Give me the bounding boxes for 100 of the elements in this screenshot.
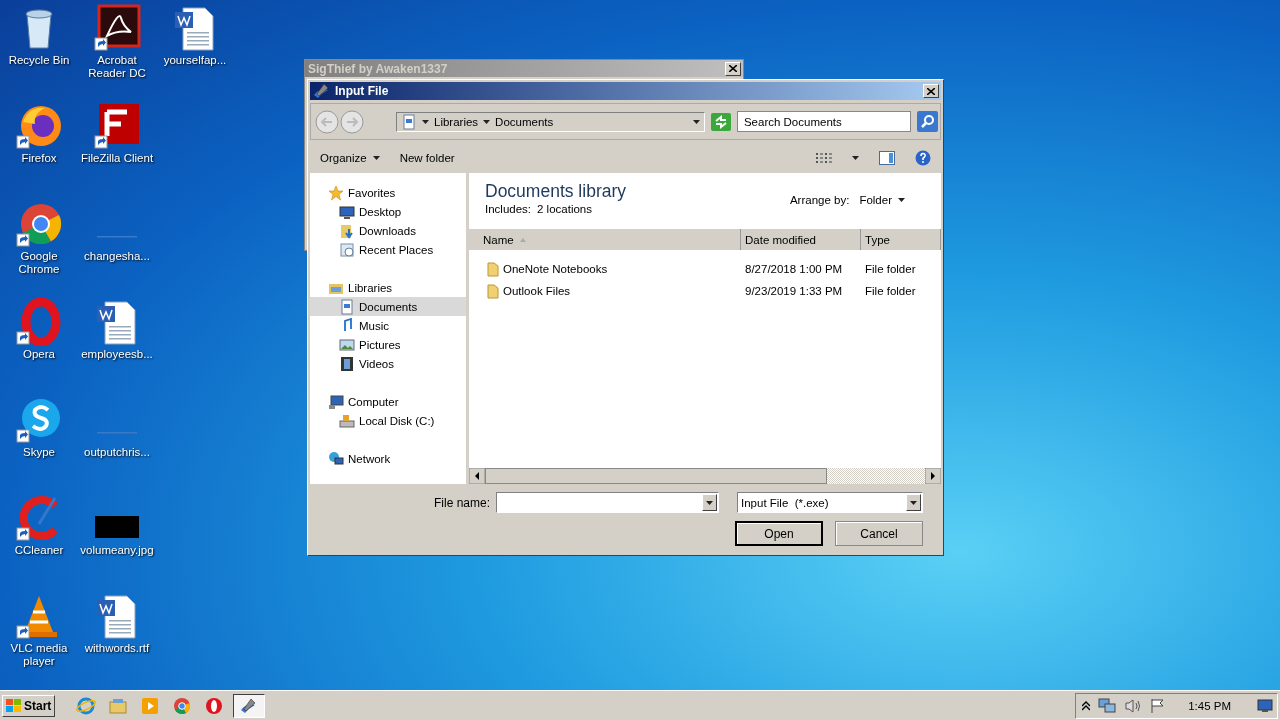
desktop-icon-label[interactable]: Firefox [0, 152, 78, 165]
desktop-icon-label[interactable]: yourselfap... [156, 54, 234, 67]
nav-item[interactable]: Recent Places [359, 243, 434, 256]
date-cell: 8/27/2018 1:00 PM [745, 263, 843, 275]
open-button[interactable]: Open [735, 521, 823, 546]
column-header[interactable]: Date modified [741, 229, 861, 250]
nav-item[interactable]: Documents [359, 300, 418, 313]
file-name[interactable]: Outlook Files [503, 285, 571, 297]
horizontal-scrollbar[interactable] [469, 468, 941, 484]
arrange-dropdown[interactable]: Folder [859, 194, 905, 206]
view-list-icon [816, 151, 832, 164]
computer-icon [328, 393, 344, 410]
desktop-icon-label[interactable]: Recycle Bin [0, 54, 78, 67]
close-icon [927, 87, 935, 95]
dropdown-caret-icon [910, 500, 917, 505]
start-button[interactable]: Start [2, 694, 56, 717]
scroll-right-icon [925, 468, 941, 484]
column-header[interactable]: Type [861, 229, 941, 250]
file-name-field[interactable] [496, 492, 719, 513]
file-name[interactable]: OneNote Notebooks [503, 263, 608, 275]
view-caret-icon [852, 155, 859, 160]
desktop-icon-label[interactable]: Opera [0, 348, 78, 361]
dropdown-caret-icon [692, 119, 700, 124]
breadcrumb-item[interactable]: Documents [495, 115, 554, 128]
file-type-dropdown[interactable]: Input File (*.exe) [737, 492, 923, 513]
disk-icon [339, 412, 355, 429]
opera-icon [204, 695, 225, 716]
library-title: Documents library [485, 181, 627, 202]
column-header[interactable]: Name [469, 229, 741, 250]
preview-pane-icon [879, 150, 895, 165]
scroll-left-icon [469, 468, 485, 484]
nav-item[interactable]: Libraries [348, 281, 393, 294]
nav-item[interactable]: Music [359, 319, 390, 332]
forward-button[interactable] [340, 109, 364, 134]
recent-icon [339, 241, 355, 258]
monitor-icon [1257, 698, 1273, 713]
nav-item[interactable]: Favorites [348, 186, 396, 199]
locations-link[interactable]: 2 locations [537, 203, 592, 215]
caret-icon [898, 198, 905, 202]
desktop-icon-label[interactable]: FileZilla Client [78, 152, 156, 165]
search-button[interactable] [917, 111, 938, 132]
type-cell: File folder [865, 285, 916, 297]
folder-icon [487, 261, 499, 277]
desktop-icon-label[interactable]: Google Chrome [0, 250, 78, 276]
nav-item[interactable]: Computer [348, 395, 399, 408]
windows-logo-icon [6, 698, 22, 713]
network-icon [328, 450, 344, 467]
arrange-label: Arrange by: [789, 194, 850, 206]
desktop-icon-label[interactable]: outputchris... [78, 446, 156, 459]
play-icon [140, 695, 161, 716]
desktop-icon-label[interactable]: Acrobat Reader DC [78, 54, 156, 80]
breadcrumb-item[interactable]: Libraries [434, 115, 479, 128]
window-title: SigThief by Awaken1337 [308, 61, 448, 76]
pictures-icon [339, 336, 355, 353]
refresh-button[interactable] [710, 112, 731, 131]
network-icon [1098, 697, 1117, 714]
type-cell: File folder [865, 263, 916, 275]
close-icon [729, 65, 737, 72]
caret-icon [372, 155, 380, 160]
file-name-label: File name: [433, 495, 490, 510]
desktop-icon-label[interactable]: changesha... [78, 250, 156, 263]
window-title: Input File [335, 84, 389, 98]
close-button[interactable] [923, 84, 939, 98]
desktop-icon-label[interactable]: VLC media player [0, 642, 78, 668]
nav-item[interactable]: Pictures [359, 338, 401, 351]
desktop-icon-label[interactable]: employeesb... [78, 348, 156, 361]
desktop-icon-label[interactable]: withwords.rtf [78, 642, 156, 655]
desktop-icon-label[interactable]: volumeany.jpg [78, 544, 156, 557]
close-button[interactable] [725, 61, 741, 76]
download-icon [339, 222, 355, 239]
toolbar-button[interactable]: New folder [399, 151, 455, 164]
caret-icon [483, 119, 491, 124]
back-button[interactable] [315, 109, 339, 134]
clock[interactable]: 1:45 PM [1188, 699, 1231, 712]
sort-arrow-icon [519, 237, 526, 242]
nav-item[interactable]: Network [348, 452, 391, 465]
desktop-icon-label[interactable]: CCleaner [0, 544, 78, 557]
includes-label: Includes: [485, 203, 532, 215]
dropdown-caret-icon [706, 500, 713, 505]
cancel-button[interactable]: Cancel [835, 521, 923, 546]
toolbar-button[interactable]: Organize [320, 151, 380, 164]
desktop-icon-label[interactable]: Skype [0, 446, 78, 459]
nav-item[interactable]: Local Disk (C:) [359, 414, 435, 427]
document-icon [339, 298, 355, 315]
globe-icon [76, 695, 97, 716]
search-field[interactable]: Search Documents [736, 111, 911, 132]
refresh-icon [710, 112, 731, 131]
chevron-up-icon [1082, 700, 1091, 711]
nav-item[interactable]: Videos [359, 357, 394, 370]
nav-item[interactable]: Downloads [359, 224, 416, 237]
address-bar[interactable]: Libraries Documents [396, 111, 705, 132]
speaker-icon [1124, 697, 1143, 714]
taskbar-button[interactable] [233, 693, 266, 718]
nav-item[interactable]: Desktop [359, 205, 402, 218]
chrome-icon [172, 695, 193, 716]
desktop-icon [339, 203, 355, 220]
videos-icon [339, 355, 355, 372]
star-icon [328, 184, 344, 201]
date-cell: 9/23/2019 1:33 PM [745, 285, 843, 297]
search-icon [917, 111, 938, 132]
